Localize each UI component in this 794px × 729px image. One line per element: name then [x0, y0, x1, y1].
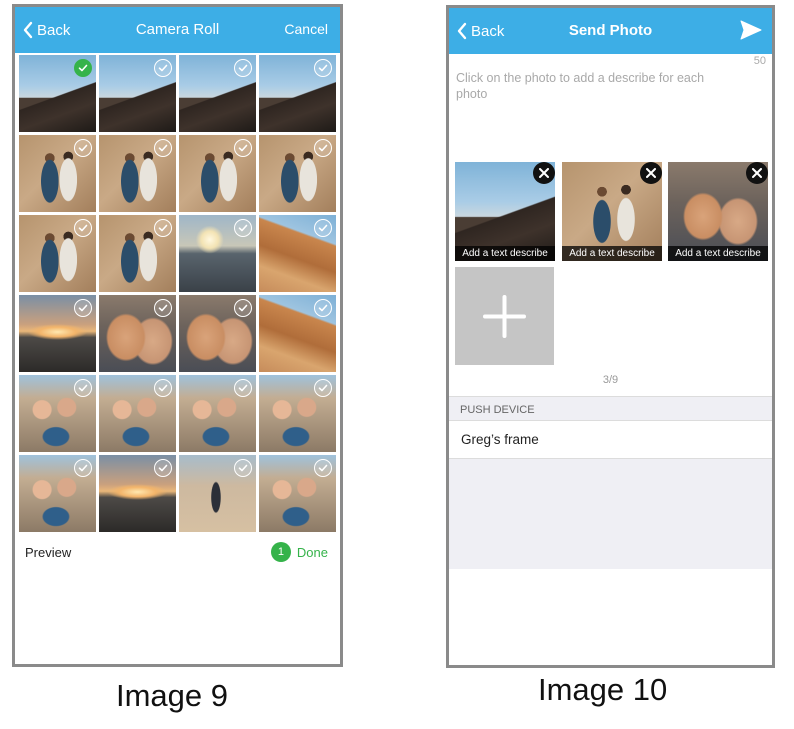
checkmark-icon[interactable]: [314, 379, 332, 397]
cancel-button[interactable]: Cancel: [284, 21, 328, 37]
photo-thumbnail[interactable]: [19, 375, 96, 452]
send-photo-screen: Back Send Photo 50 Click on the photo to…: [446, 5, 775, 668]
photo-thumbnail[interactable]: [19, 135, 96, 212]
checkmark-icon[interactable]: [314, 139, 332, 157]
checkmark-icon[interactable]: [154, 459, 172, 477]
checkmark-icon[interactable]: [74, 139, 92, 157]
photo-thumbnail[interactable]: [179, 375, 256, 452]
photo-thumbnail[interactable]: [259, 215, 336, 292]
checkmark-icon[interactable]: [74, 219, 92, 237]
character-limit: 50: [753, 55, 766, 67]
photo-thumbnail[interactable]: [99, 375, 176, 452]
image-9-caption: Image 9: [116, 678, 229, 713]
push-device-header: PUSH DEVICE: [449, 396, 772, 421]
photo-count: 3/9: [602, 374, 619, 386]
checkmark-icon[interactable]: [234, 299, 252, 317]
photo-thumbnail[interactable]: [259, 55, 336, 132]
checkmark-icon[interactable]: [74, 379, 92, 397]
photo-thumbnail[interactable]: [99, 295, 176, 372]
add-describe-label[interactable]: Add a text describe: [455, 246, 555, 261]
photo-thumbnail[interactable]: [259, 135, 336, 212]
done-button[interactable]: 1 Done: [270, 542, 328, 562]
send-button[interactable]: [740, 20, 762, 45]
device-row[interactable]: Greg’s frame: [449, 421, 772, 459]
photo-thumbnail[interactable]: [19, 215, 96, 292]
checkmark-icon[interactable]: [154, 379, 172, 397]
photo-thumbnail[interactable]: [179, 135, 256, 212]
checkmark-icon[interactable]: [234, 379, 252, 397]
photo-thumbnail[interactable]: [179, 455, 256, 532]
done-label: Done: [296, 544, 328, 560]
add-describe-label[interactable]: Add a text describe: [562, 246, 662, 261]
checkmark-icon[interactable]: [314, 219, 332, 237]
back-label: Back: [37, 21, 71, 39]
checkmark-icon[interactable]: [154, 299, 172, 317]
back-button[interactable]: Back: [23, 19, 70, 41]
photo-thumbnail[interactable]: [19, 55, 96, 132]
camera-roll-screen: Back Camera Roll Cancel Preview 1 Done: [12, 4, 343, 667]
selected-count-badge: 1: [270, 542, 291, 562]
add-photo-button[interactable]: [455, 267, 554, 365]
back-button[interactable]: Back: [457, 20, 504, 42]
checkmark-icon[interactable]: [234, 459, 252, 477]
remove-photo-icon[interactable]: [640, 162, 662, 184]
checkmark-icon[interactable]: [154, 139, 172, 157]
plus-icon: [483, 295, 526, 338]
checkmark-icon[interactable]: [74, 59, 92, 77]
photo-thumbnail[interactable]: [99, 55, 176, 132]
add-describe-label[interactable]: Add a text describe: [668, 246, 768, 261]
describe-input[interactable]: Click on the photo to add a describe for…: [456, 70, 726, 102]
photo-thumbnail[interactable]: [259, 455, 336, 532]
checkmark-icon[interactable]: [314, 459, 332, 477]
selection-footer: Preview 1 Done: [15, 534, 340, 570]
photo-thumbnail[interactable]: [19, 455, 96, 532]
empty-area: [449, 459, 772, 569]
image-10-caption: Image 10: [538, 672, 668, 707]
photo-thumbnail[interactable]: [259, 295, 336, 372]
checkmark-icon[interactable]: [234, 219, 252, 237]
checkmark-icon[interactable]: [234, 139, 252, 157]
navigation-bar: Back Camera Roll Cancel: [15, 7, 340, 53]
checkmark-icon[interactable]: [234, 59, 252, 77]
back-label: Back: [471, 22, 505, 40]
checkmark-icon[interactable]: [314, 299, 332, 317]
remove-photo-icon[interactable]: [533, 162, 555, 184]
photo-thumbnail[interactable]: [179, 295, 256, 372]
chevron-left-icon: [457, 22, 467, 40]
checkmark-icon[interactable]: [74, 459, 92, 477]
checkmark-icon[interactable]: [74, 299, 92, 317]
preview-button[interactable]: Preview: [25, 545, 71, 560]
send-icon: [740, 20, 762, 40]
photo-thumbnail[interactable]: [259, 375, 336, 452]
photo-thumbnail[interactable]: [19, 295, 96, 372]
remove-photo-icon[interactable]: [746, 162, 768, 184]
photo-thumbnail[interactable]: [99, 455, 176, 532]
checkmark-icon[interactable]: [154, 219, 172, 237]
navigation-bar: Back Send Photo: [449, 8, 772, 54]
checkmark-icon[interactable]: [314, 59, 332, 77]
photo-thumbnail[interactable]: [99, 135, 176, 212]
chevron-left-icon: [23, 21, 33, 39]
checkmark-icon[interactable]: [154, 59, 172, 77]
photo-thumbnail[interactable]: [99, 215, 176, 292]
photo-thumbnail[interactable]: [179, 55, 256, 132]
photo-thumbnail[interactable]: [179, 215, 256, 292]
